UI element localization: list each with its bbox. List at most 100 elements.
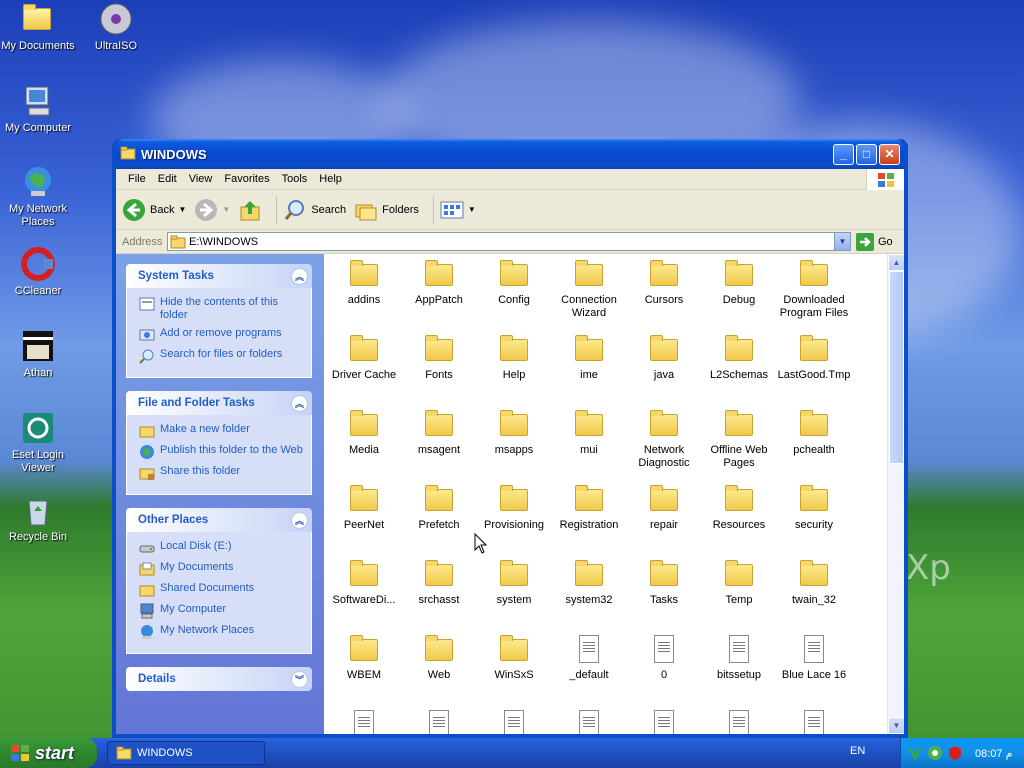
desktop-icon-network-places[interactable]: My Network Places [0, 165, 76, 229]
system-tasks-header[interactable]: System Tasks ︽ [126, 264, 312, 288]
folder-item[interactable]: Debug [701, 258, 777, 307]
folder-item[interactable]: PeerNet [326, 483, 402, 532]
details-header[interactable]: Details ︾ [126, 667, 312, 691]
maximize-button[interactable]: □ [856, 143, 877, 165]
forward-button[interactable]: ▼ [194, 198, 230, 222]
file-item[interactable] [476, 708, 552, 734]
expand-chevron-icon[interactable]: ︾ [291, 671, 308, 688]
search-button[interactable]: Search [283, 198, 346, 222]
menu-file[interactable]: File [122, 173, 152, 185]
file-item[interactable]: 0 [626, 633, 702, 682]
folder-item[interactable]: pchealth [776, 408, 852, 457]
title-bar[interactable]: WINDOWS _ □ ✕ [116, 139, 904, 169]
folders-button[interactable]: Folders [354, 198, 419, 222]
desktop-icon-my-computer[interactable]: My Computer [0, 84, 76, 135]
folder-item[interactable]: L2Schemas [701, 333, 777, 382]
collapse-chevron-icon[interactable]: ︽ [291, 395, 308, 412]
file-item[interactable]: _default [551, 633, 627, 682]
folder-item[interactable]: WinSxS [476, 633, 552, 682]
desktop-icon-ccleaner[interactable]: CCleaner [0, 247, 76, 298]
my-documents-link[interactable]: My Documents [139, 561, 303, 577]
folder-item[interactable]: Help [476, 333, 552, 382]
folder-item[interactable]: twain_32 [776, 558, 852, 607]
folder-item[interactable]: WBEM [326, 633, 402, 682]
collapse-chevron-icon[interactable]: ︽ [291, 268, 308, 285]
file-folder-tasks-header[interactable]: File and Folder Tasks ︽ [126, 391, 312, 415]
folder-item[interactable]: Web [401, 633, 477, 682]
folder-item[interactable]: security [776, 483, 852, 532]
folder-item[interactable]: Provisioning [476, 483, 552, 532]
menu-view[interactable]: View [183, 173, 219, 185]
dropdown-arrow-icon[interactable]: ▼ [222, 205, 230, 214]
dropdown-arrow-icon[interactable]: ▼ [178, 205, 186, 214]
folder-item[interactable]: Fonts [401, 333, 477, 382]
folder-item[interactable]: Resources [701, 483, 777, 532]
menu-edit[interactable]: Edit [152, 173, 183, 185]
language-indicator[interactable]: EN [850, 745, 865, 757]
folder-item[interactable]: repair [626, 483, 702, 532]
folder-item[interactable]: Cursors [626, 258, 702, 307]
folder-item[interactable]: ime [551, 333, 627, 382]
clock[interactable]: 08:07 م [975, 747, 1012, 760]
share-folder-link[interactable]: Share this folder [139, 465, 303, 481]
folder-item[interactable]: Connection Wizard [551, 258, 627, 320]
file-item[interactable] [701, 708, 777, 734]
folder-item[interactable]: Network Diagnostic [626, 408, 702, 470]
folder-item[interactable]: Tasks [626, 558, 702, 607]
folder-item[interactable]: Config [476, 258, 552, 307]
other-places-header[interactable]: Other Places ︽ [126, 508, 312, 532]
desktop-icon-athan[interactable]: Athan [0, 329, 76, 380]
scrollbar-thumb[interactable] [889, 271, 904, 464]
add-remove-programs-link[interactable]: Add or remove programs [139, 327, 303, 343]
search-files-link[interactable]: Search for files or folders [139, 348, 303, 364]
taskbar-item-windows[interactable]: WINDOWS [107, 741, 265, 765]
shared-documents-link[interactable]: Shared Documents [139, 582, 303, 598]
my-computer-link[interactable]: My Computer [139, 603, 303, 619]
folder-item[interactable]: Temp [701, 558, 777, 607]
file-item[interactable] [326, 708, 402, 734]
menu-favorites[interactable]: Favorites [218, 173, 275, 185]
file-item[interactable] [776, 708, 852, 734]
desktop-icon-recycle-bin[interactable]: Recycle Bin [0, 493, 76, 544]
make-new-folder-link[interactable]: Make a new folder [139, 423, 303, 439]
folder-item[interactable]: Prefetch [401, 483, 477, 532]
vertical-scrollbar[interactable]: ▲ ▼ [887, 254, 904, 734]
views-button[interactable]: ▼ [440, 200, 476, 220]
start-button[interactable]: start [0, 738, 97, 768]
desktop-icon-my-documents[interactable]: My Documents [0, 2, 76, 53]
folder-item[interactable]: system32 [551, 558, 627, 607]
scroll-down-button[interactable]: ▼ [888, 717, 904, 734]
antivirus-tray-icon[interactable] [927, 745, 943, 761]
local-disk-link[interactable]: Local Disk (E:) [139, 540, 303, 556]
close-button[interactable]: ✕ [879, 143, 900, 165]
folder-item[interactable]: system [476, 558, 552, 607]
menu-tools[interactable]: Tools [276, 173, 314, 185]
desktop-icon-ultraiso[interactable]: UltraISO [78, 2, 154, 53]
folder-item[interactable]: Media [326, 408, 402, 457]
collapse-chevron-icon[interactable]: ︽ [291, 512, 308, 529]
publish-folder-link[interactable]: Publish this folder to the Web [139, 444, 303, 460]
address-input[interactable]: E:\WINDOWS ▼ [167, 232, 851, 251]
folder-item[interactable]: addins [326, 258, 402, 307]
folder-item[interactable]: SoftwareDi... [326, 558, 402, 607]
file-item[interactable]: bitssetup [701, 633, 777, 682]
desktop-icon-eset[interactable]: Eset Login Viewer [0, 411, 76, 475]
folder-item[interactable]: srchasst [401, 558, 477, 607]
back-button[interactable]: Back ▼ [122, 198, 186, 222]
folder-item[interactable]: AppPatch [401, 258, 477, 307]
folder-item[interactable]: msapps [476, 408, 552, 457]
up-folder-button[interactable] [238, 198, 262, 222]
folder-item[interactable]: Offline Web Pages [701, 408, 777, 470]
folder-item[interactable]: LastGood.Tmp [776, 333, 852, 382]
menu-help[interactable]: Help [313, 173, 348, 185]
hide-folder-contents-link[interactable]: Hide the contents of this folder [139, 296, 303, 322]
minimize-button[interactable]: _ [833, 143, 854, 165]
file-item[interactable] [626, 708, 702, 734]
file-item[interactable]: Blue Lace 16 [776, 633, 852, 682]
folder-item[interactable]: Downloaded Program Files [776, 258, 852, 320]
my-network-places-link[interactable]: My Network Places [139, 624, 303, 640]
folder-item[interactable]: Registration [551, 483, 627, 532]
folder-item[interactable]: Driver Cache [326, 333, 402, 382]
scroll-up-button[interactable]: ▲ [888, 254, 904, 271]
network-tray-icon[interactable] [907, 745, 923, 761]
